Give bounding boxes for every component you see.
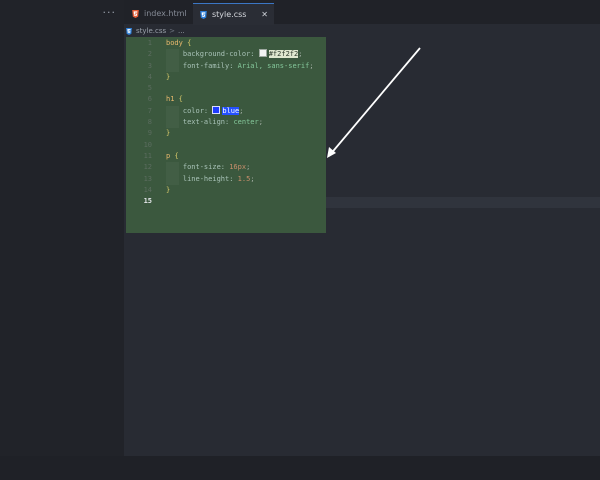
code-text: color: blue; [166, 105, 244, 117]
code-token: color: [182, 106, 213, 115]
line-number: 13 [143, 174, 152, 183]
code-token: font-size: [182, 163, 230, 172]
code-token: ; [298, 50, 303, 59]
breadcrumb-file[interactable]: style.css [136, 27, 166, 35]
line-number: 9 [147, 129, 152, 138]
code-text: } [166, 72, 170, 83]
file-explorer-sidebar: ··· [0, 0, 124, 480]
close-tab-icon[interactable]: ✕ [261, 10, 268, 19]
code-token: ; [246, 163, 251, 172]
line-number: 3 [147, 61, 152, 70]
css3-icon [200, 10, 207, 19]
code-token: Arial, sans-serif [237, 61, 310, 70]
code-text: background-color: #f2f2f2; [166, 49, 302, 60]
tab-bar: index.html style.css ✕ [124, 0, 600, 25]
sidebar-header: ··· [0, 0, 124, 24]
color-swatch[interactable] [212, 105, 221, 114]
code-token: } [166, 185, 171, 194]
code-lines[interactable]: 1 body {2 background-color: #f2f2f2; 3 fon… [126, 38, 346, 238]
code-text: font-family: Arial, sans-serif; [166, 61, 314, 72]
status-area [0, 456, 600, 480]
code-line[interactable]: 1 body { [126, 38, 346, 49]
line-number: 14 [143, 185, 152, 194]
css3-icon [126, 27, 132, 35]
code-token: { [178, 95, 183, 104]
code-token: ; [258, 118, 263, 127]
code-line[interactable]: 7 color: blue; [126, 105, 346, 118]
tab-label: style.css [212, 10, 247, 19]
code-text: } [166, 185, 170, 196]
code-token: { [187, 39, 192, 47]
code-text: p { [166, 151, 179, 162]
tab-label: index.html [144, 9, 187, 18]
color-swatch[interactable] [258, 49, 267, 58]
line-number: 11 [143, 151, 152, 160]
tab-style-css[interactable]: style.css ✕ [193, 3, 274, 25]
html5-icon [132, 9, 139, 18]
line-number: 8 [147, 118, 152, 127]
line-number: 4 [147, 72, 152, 81]
code-line[interactable]: 6 h1 { [126, 94, 346, 105]
code-text: text-align: center; [166, 117, 263, 128]
code-token: background-color: [182, 50, 259, 59]
line-number: 1 [147, 39, 152, 47]
code-text: line-height: 1.5; [166, 174, 255, 185]
tab-index-html[interactable]: index.html [124, 3, 200, 24]
code-token: body [166, 39, 188, 47]
code-token: 16px [229, 163, 247, 172]
code-token: ; [239, 106, 244, 115]
line-number: 15 [143, 197, 152, 206]
more-actions-icon[interactable]: ··· [103, 6, 117, 19]
code-token: font-family: [182, 61, 238, 70]
code-line[interactable]: 14} [126, 185, 346, 196]
code-line[interactable]: 3 font-family: Arial, sans-serif; [126, 60, 346, 72]
current-line-highlight [326, 197, 600, 208]
code-line[interactable]: 12 font-size: 16px; [126, 162, 346, 174]
code-token: ; [309, 61, 314, 70]
breadcrumb-rest[interactable]: ... [178, 27, 185, 35]
line-number: 7 [147, 106, 152, 115]
code-text: } [166, 128, 170, 139]
code-line[interactable]: 5 [126, 83, 346, 94]
code-text: h1 { [166, 94, 183, 105]
code-token: } [166, 129, 171, 138]
code-text: body { [166, 38, 191, 49]
code-token: h1 [166, 95, 179, 104]
code-token: ; [250, 174, 255, 183]
code-token: line-height: [182, 174, 238, 183]
code-line[interactable]: 10 [126, 140, 346, 151]
code-line[interactable]: 2 background-color: #f2f2f2; [126, 49, 346, 61]
editor-window: ··· index.html style.css ✕ style.css > .… [0, 0, 600, 480]
code-token: { [174, 151, 179, 160]
line-number: 2 [147, 50, 152, 59]
line-number: 5 [147, 84, 152, 93]
code-token: blue [222, 106, 240, 115]
line-number: 10 [143, 140, 152, 149]
line-number: 6 [147, 95, 152, 104]
code-token: #f2f2f2 [268, 50, 299, 59]
code-line[interactable]: 4} [126, 72, 346, 83]
code-line[interactable]: 8 text-align: center; [126, 117, 346, 129]
code-line[interactable]: 15 [126, 196, 346, 207]
code-token: 1.5 [237, 174, 251, 183]
code-token: text-align: [182, 118, 234, 127]
code-token: } [166, 72, 171, 81]
code-line[interactable]: 9} [126, 128, 346, 139]
code-line[interactable]: 13 line-height: 1.5; [126, 173, 346, 185]
breadcrumb-separator: > [169, 27, 176, 35]
line-number: 12 [143, 163, 152, 172]
code-line[interactable]: 11 p { [126, 151, 346, 162]
code-text: font-size: 16px; [166, 162, 250, 173]
code-token: center [233, 118, 259, 127]
